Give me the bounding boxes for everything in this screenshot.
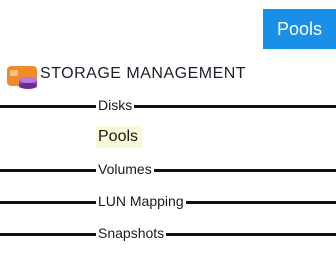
nav-item-volumes[interactable]: Volumes (0, 154, 336, 186)
storage-panel: Pools STORAGE MANAGEMENT Disks Pools Vol… (0, 0, 336, 255)
storage-nav-list: Disks Pools Volumes LUN Mapping Snapshot… (0, 90, 336, 250)
section-title: STORAGE MANAGEMENT (40, 65, 247, 82)
storage-pool-icon (7, 66, 37, 89)
nav-item-lun-mapping[interactable]: LUN Mapping (0, 186, 336, 218)
divider (0, 169, 336, 172)
divider (0, 233, 336, 236)
nav-item-disks[interactable]: Disks (0, 90, 336, 122)
nav-item-label[interactable]: Disks (96, 97, 135, 113)
pools-tab[interactable]: Pools (263, 9, 336, 49)
nav-item-pools[interactable]: Pools (0, 122, 336, 154)
nav-item-label[interactable]: LUN Mapping (96, 193, 186, 209)
nav-item-label[interactable]: Volumes (96, 161, 154, 177)
divider (0, 105, 336, 108)
nav-item-label[interactable]: Snapshots (96, 225, 167, 241)
nav-item-snapshots[interactable]: Snapshots (0, 218, 336, 250)
storage-management-header: STORAGE MANAGEMENT (0, 60, 336, 89)
nav-item-label[interactable]: Pools (96, 126, 143, 148)
